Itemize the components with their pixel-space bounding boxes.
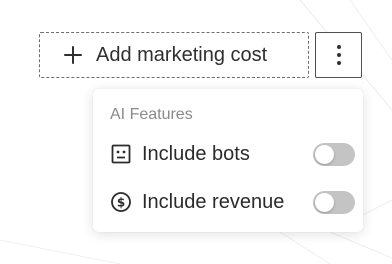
dollar-circle-icon: $ bbox=[111, 192, 131, 212]
toggle-knob bbox=[315, 193, 334, 212]
add-marketing-cost-button[interactable]: Add marketing cost bbox=[39, 32, 309, 78]
menu-heading: AI Features bbox=[110, 106, 193, 123]
menu-item-include-bots[interactable]: Include bots bbox=[110, 139, 355, 169]
more-options-button[interactable] bbox=[315, 32, 362, 78]
include-revenue-toggle[interactable] bbox=[313, 191, 355, 214]
add-marketing-cost-label: Add marketing cost bbox=[96, 43, 268, 66]
robot-face-icon bbox=[111, 144, 131, 164]
menu-item-include-revenue[interactable]: $ Include revenue bbox=[110, 187, 355, 217]
plus-icon bbox=[64, 46, 82, 64]
svg-text:$: $ bbox=[117, 196, 125, 210]
vertical-ellipsis-icon bbox=[336, 45, 341, 65]
ai-features-menu: AI Features Include bots $ Include reven… bbox=[93, 89, 363, 232]
toggle-knob bbox=[315, 145, 334, 164]
include-bots-toggle[interactable] bbox=[313, 143, 355, 166]
